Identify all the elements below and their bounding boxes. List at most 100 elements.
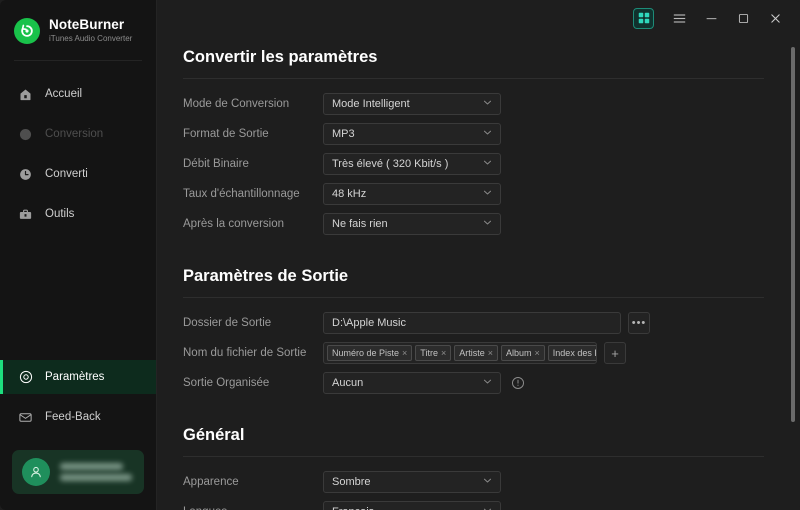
row-langues: Langues Français	[157, 497, 800, 510]
filename-tags-field[interactable]: Numéro de Piste × Titre × Artiste × Albu…	[323, 342, 597, 364]
select-debit-binaire[interactable]: Très élevé ( 320 Kbit/s )	[323, 153, 501, 175]
select-apparence[interactable]: Sombre	[323, 471, 501, 493]
minimize-icon[interactable]	[696, 4, 726, 32]
user-icon	[22, 458, 50, 486]
select-taux-echantillonnage[interactable]: 48 kHz	[323, 183, 501, 205]
section-title-output: Paramètres de Sortie	[183, 267, 349, 285]
sidebar-item-converti[interactable]: Converti	[0, 157, 156, 191]
row-label: Langues	[183, 506, 323, 510]
filename-tag[interactable]: Artiste ×	[454, 345, 499, 361]
main-panel: Convertir les paramètres Mode de Convers…	[157, 0, 800, 510]
select-value: Très élevé ( 320 Kbit/s )	[332, 158, 449, 170]
section-title-general: Général	[183, 426, 245, 444]
remove-tag-icon[interactable]: ×	[535, 348, 540, 358]
sidebar: NoteBurner iTunes Audio Converter Accuei…	[0, 0, 157, 510]
select-value: Mode Intelligent	[332, 98, 410, 110]
filename-tag[interactable]: Numéro de Piste ×	[327, 345, 413, 361]
sidebar-item-label: Accueil	[45, 88, 83, 100]
remove-tag-icon[interactable]: ×	[402, 348, 407, 358]
scrollbar-thumb[interactable]	[791, 47, 795, 422]
hamburger-menu-icon[interactable]	[664, 4, 694, 32]
row-label: Dossier de Sortie	[183, 317, 272, 329]
row-label: Mode de Conversion	[183, 98, 290, 110]
tag-label: Titre	[420, 348, 438, 358]
title-bar	[157, 0, 800, 36]
chevron-down-icon	[482, 505, 493, 510]
row-debit-binaire: Débit Binaire Très élevé ( 320 Kbit/s )	[157, 149, 800, 179]
close-icon[interactable]	[760, 4, 790, 32]
chevron-down-icon	[482, 187, 493, 201]
scrollbar-track[interactable]	[791, 40, 795, 504]
row-label: Sortie Organisée	[183, 377, 270, 389]
brand-divider	[14, 60, 142, 61]
refresh-icon	[17, 126, 34, 143]
chevron-down-icon	[482, 157, 493, 171]
app-window: NoteBurner iTunes Audio Converter Accuei…	[0, 0, 800, 510]
home-icon	[17, 86, 34, 103]
account-text	[60, 463, 134, 481]
tag-label: Numéro de Piste	[332, 348, 400, 358]
row-dossier-de-sortie: Dossier de Sortie D:\Apple Music •••	[157, 308, 800, 338]
row-label: Format de Sortie	[183, 128, 269, 140]
toolbox-icon	[17, 206, 34, 223]
select-format-de-sortie[interactable]: MP3	[323, 123, 501, 145]
row-apparence: Apparence Sombre	[157, 467, 800, 497]
filename-tag[interactable]: Titre ×	[415, 345, 452, 361]
account-email	[60, 474, 132, 481]
sidebar-item-conversion[interactable]: Conversion	[0, 117, 156, 151]
chevron-down-icon	[482, 376, 493, 390]
sidebar-item-feedback[interactable]: Feed-Back	[0, 400, 156, 434]
row-label: Apparence	[183, 476, 239, 488]
remove-tag-icon[interactable]: ×	[441, 348, 446, 358]
sidebar-item-label: Feed-Back	[45, 411, 101, 423]
sidebar-item-label: Paramètres	[45, 371, 105, 383]
row-format-de-sortie: Format de Sortie MP3	[157, 119, 800, 149]
select-sortie-organisee[interactable]: Aucun	[323, 372, 501, 394]
sidebar-nav: Accueil Conversion Converti Outils	[0, 77, 156, 237]
row-taux-echantillonnage: Taux d'échantillonnage 48 kHz	[157, 179, 800, 209]
maximize-icon[interactable]	[728, 4, 758, 32]
row-apres-la-conversion: Après la conversion Ne fais rien	[157, 209, 800, 239]
grid-apps-icon[interactable]	[633, 7, 654, 29]
browse-folder-button[interactable]: •••	[628, 312, 650, 334]
row-label: Nom du fichier de Sortie	[183, 347, 307, 359]
select-value: MP3	[332, 128, 355, 140]
settings-content: Convertir les paramètres Mode de Convers…	[157, 36, 800, 510]
row-label: Taux d'échantillonnage	[183, 188, 300, 200]
output-folder-input[interactable]: D:\Apple Music	[323, 312, 621, 334]
tag-label: Index des Playli	[552, 348, 596, 358]
row-mode-de-conversion: Mode de Conversion Mode Intelligent	[157, 89, 800, 119]
info-circle-icon[interactable]	[511, 376, 525, 390]
add-filename-tag-button[interactable]: +	[604, 342, 626, 364]
output-folder-value: D:\Apple Music	[332, 317, 406, 329]
remove-tag-icon[interactable]: ×	[488, 348, 493, 358]
section-title-convert: Convertir les paramètres	[183, 48, 378, 66]
row-sortie-organisee: Sortie Organisée Aucun	[157, 368, 800, 398]
brand-name: NoteBurner	[49, 17, 125, 32]
account-name	[60, 463, 123, 470]
record-circle-icon	[14, 18, 40, 44]
sidebar-item-label: Converti	[45, 168, 88, 180]
sidebar-item-outils[interactable]: Outils	[0, 197, 156, 231]
gear-circle-icon	[17, 369, 34, 386]
clock-icon	[17, 166, 34, 183]
brand-subtitle: iTunes Audio Converter	[49, 34, 133, 43]
brand-header: NoteBurner iTunes Audio Converter	[0, 0, 156, 48]
select-value: Sombre	[332, 476, 371, 488]
sidebar-item-label: Conversion	[45, 128, 104, 140]
row-label: Débit Binaire	[183, 158, 249, 170]
filename-tag[interactable]: Album ×	[501, 345, 545, 361]
sidebar-item-parametres[interactable]: Paramètres	[0, 360, 156, 394]
select-mode-de-conversion[interactable]: Mode Intelligent	[323, 93, 501, 115]
chevron-down-icon	[482, 127, 493, 141]
sidebar-item-accueil[interactable]: Accueil	[0, 77, 156, 111]
select-apres-la-conversion[interactable]: Ne fais rien	[323, 213, 501, 235]
tag-label: Album	[506, 348, 532, 358]
select-langues[interactable]: Français	[323, 501, 501, 510]
select-value: Aucun	[332, 377, 364, 389]
select-value: Français	[332, 506, 374, 510]
account-card[interactable]	[12, 450, 144, 494]
filename-tag[interactable]: Index des Playli	[547, 345, 596, 361]
mail-icon	[17, 409, 34, 426]
